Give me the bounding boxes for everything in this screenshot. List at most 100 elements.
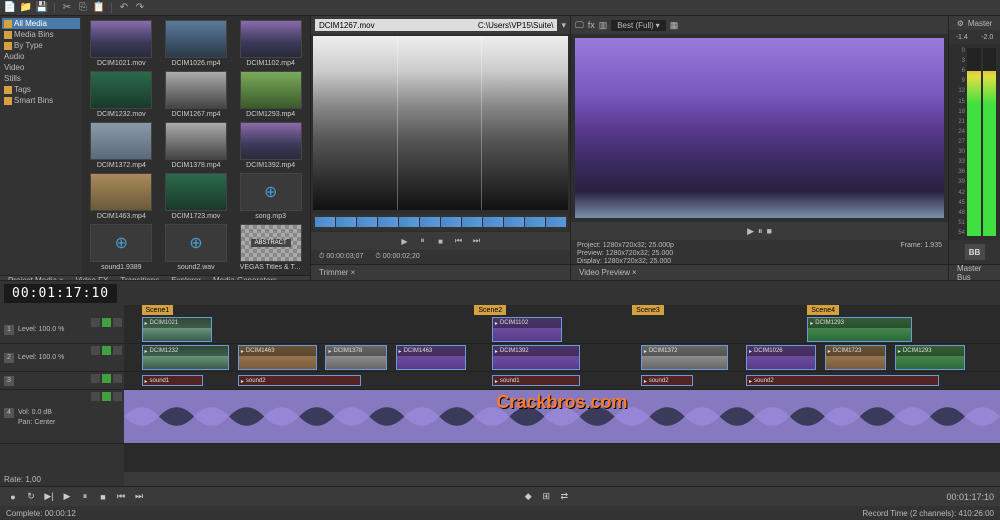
track-fx-icon[interactable]: [113, 346, 122, 355]
tree-item[interactable]: Tags: [2, 84, 80, 95]
solo-icon[interactable]: [102, 318, 111, 327]
mute-icon[interactable]: [91, 318, 100, 327]
media-item[interactable]: DCIM1372.mp4: [86, 122, 157, 169]
undo-icon[interactable]: ↶: [118, 2, 130, 14]
record-icon[interactable]: ●: [6, 490, 20, 504]
media-item[interactable]: DCIM1463.mp4: [86, 173, 157, 220]
goto-start-icon[interactable]: ⏮: [114, 490, 128, 504]
timeline-clip[interactable]: ▸DCIM1463: [238, 345, 317, 370]
tree-item[interactable]: Stills: [2, 73, 80, 84]
mute-icon[interactable]: [91, 374, 100, 383]
media-item[interactable]: DCIM1102.mp4: [235, 20, 306, 67]
timeline-clip[interactable]: ▸DCIM1293: [895, 345, 965, 370]
copy-icon[interactable]: ⎘: [77, 2, 89, 14]
media-item[interactable]: ⊕sound1.9389: [86, 224, 157, 271]
track-header[interactable]: 2Level: 100.0 %: [0, 344, 124, 372]
cut-icon[interactable]: ✂: [61, 2, 73, 14]
media-item[interactable]: DCIM1021.mov: [86, 20, 157, 67]
play-start-icon[interactable]: ▶|: [42, 490, 56, 504]
loop-icon[interactable]: ↻: [24, 490, 38, 504]
tree-item[interactable]: Video: [2, 62, 80, 73]
media-item[interactable]: DCIM1392.mp4: [235, 122, 306, 169]
prev-frame-icon[interactable]: ⏮: [452, 234, 466, 248]
media-item[interactable]: VEGAS Titles & Text abstract: [235, 224, 306, 271]
timeline-clip[interactable]: ▸sound1: [142, 375, 203, 386]
track-header[interactable]: 1Level: 100.0 %: [0, 316, 124, 344]
pause-icon[interactable]: ⏸: [78, 490, 92, 504]
timeline-clip[interactable]: ▸DCIM1463: [396, 345, 466, 370]
trimmer-timeline[interactable]: [313, 214, 568, 230]
tracks-content[interactable]: Scene1Scene2Scene3Scene4 ▸DCIM1021▸DCIM1…: [124, 305, 1000, 472]
close-icon[interactable]: ×: [632, 268, 637, 277]
ripple-icon[interactable]: ⇄: [557, 490, 571, 504]
media-item[interactable]: DCIM1232.mov: [86, 71, 157, 118]
timeline-clip[interactable]: ▸sound2: [238, 375, 361, 386]
timeline-clip[interactable]: ▸DCIM1378: [325, 345, 386, 370]
next-frame-icon[interactable]: ⏭: [470, 234, 484, 248]
timeline-clip[interactable]: ▸DCIM1293: [807, 317, 912, 342]
tree-item[interactable]: Audio: [2, 51, 80, 62]
media-item[interactable]: ⊕sound2.wav: [161, 224, 232, 271]
save-icon[interactable]: 💾: [36, 2, 48, 14]
new-icon[interactable]: 📄: [4, 2, 16, 14]
monitor-icon[interactable]: 🖵: [575, 20, 584, 31]
split-icon[interactable]: ▥: [599, 20, 608, 31]
stop-icon[interactable]: ■: [434, 234, 448, 248]
media-item[interactable]: DCIM1723.mov: [161, 173, 232, 220]
tree-item[interactable]: Media Bins: [2, 29, 80, 40]
timeline-clip[interactable]: ▸sound1: [492, 375, 580, 386]
stop-icon[interactable]: ■: [767, 226, 772, 236]
close-icon[interactable]: ×: [350, 268, 355, 277]
timeline-clip[interactable]: ▸sound2: [746, 375, 939, 386]
paste-icon[interactable]: 📋: [93, 2, 105, 14]
timeline-scrollbar[interactable]: [124, 472, 1000, 486]
timeline-clip[interactable]: ▸DCIM1102: [492, 317, 562, 342]
stop-icon[interactable]: ■: [96, 490, 110, 504]
timeline-marker[interactable]: Scene3: [632, 305, 664, 315]
audio-waveform-track[interactable]: Crackbros.com: [124, 390, 1000, 444]
tree-item[interactable]: By Type: [2, 40, 80, 51]
media-item[interactable]: DCIM1267.mp4: [161, 71, 232, 118]
trimmer-file-dropdown[interactable]: DCIM1267.mov C:\Users\VP15\Suite\: [315, 19, 557, 31]
solo-icon[interactable]: [102, 392, 111, 401]
audio-track-1[interactable]: ▸sound1 ▸sound2 ▸sound1 ▸sound2 ▸sound2: [124, 372, 1000, 390]
trimmer-preview[interactable]: [313, 36, 568, 210]
tab-trimmer[interactable]: Trimmer×: [315, 268, 359, 277]
solo-icon[interactable]: [102, 346, 111, 355]
timeline-clip[interactable]: ▸DCIM1723: [825, 345, 886, 370]
track-fx-icon[interactable]: [113, 392, 122, 401]
overlay-icon[interactable]: ▦: [670, 20, 679, 31]
tab-master-bus[interactable]: Master Bus: [953, 264, 996, 282]
timeline-marker[interactable]: Scene4: [807, 305, 839, 315]
video-track-2[interactable]: ▸DCIM1232 ▸DCIM1463 ▸DCIM1378 ▸DCIM1463 ▸DCI…: [124, 344, 1000, 372]
media-item[interactable]: DCIM1026.mp4: [161, 20, 232, 67]
tab-video-preview[interactable]: Video Preview×: [575, 268, 641, 277]
timeline-clip[interactable]: ▸sound2: [641, 375, 694, 386]
goto-end-icon[interactable]: ⏭: [132, 490, 146, 504]
timeline-clip[interactable]: ▸DCIM1392: [492, 345, 580, 370]
media-item[interactable]: DCIM1378.mp4: [161, 122, 232, 169]
quality-dropdown[interactable]: Best (Full) ▾: [611, 20, 665, 31]
video-track-1[interactable]: ▸DCIM1021 ▸DCIM1102 ▸DCIM1293: [124, 316, 1000, 344]
marker-icon[interactable]: ◆: [521, 490, 535, 504]
play-icon[interactable]: ▶: [398, 234, 412, 248]
fx-icon[interactable]: fx: [588, 20, 595, 30]
play-icon[interactable]: ▶: [60, 490, 74, 504]
track-fx-icon[interactable]: [113, 318, 122, 327]
track-header[interactable]: 4Vol: 0.0 dBPan: Center: [0, 390, 124, 444]
timeline-clip[interactable]: ▸DCIM1232: [142, 345, 230, 370]
timeline-clip[interactable]: ▸DCIM1021: [142, 317, 212, 342]
pause-icon[interactable]: ⏸: [758, 226, 763, 237]
timeline-clip[interactable]: ▸DCIM1026: [746, 345, 816, 370]
pause-icon[interactable]: ⏸: [416, 234, 430, 248]
preview-viewport[interactable]: [575, 38, 944, 218]
open-icon[interactable]: 📁: [20, 2, 32, 14]
tree-item[interactable]: Smart Bins: [2, 95, 80, 106]
gear-icon[interactable]: ⚙: [957, 19, 964, 28]
chevron-down-icon[interactable]: ▾: [561, 20, 566, 31]
tree-item[interactable]: All Media: [2, 18, 80, 29]
redo-icon[interactable]: ↷: [134, 2, 146, 14]
track-fx-icon[interactable]: [113, 374, 122, 383]
timecode-display[interactable]: 00:01:17:10: [4, 284, 117, 303]
timeline-clip[interactable]: ▸DCIM1372: [641, 345, 729, 370]
